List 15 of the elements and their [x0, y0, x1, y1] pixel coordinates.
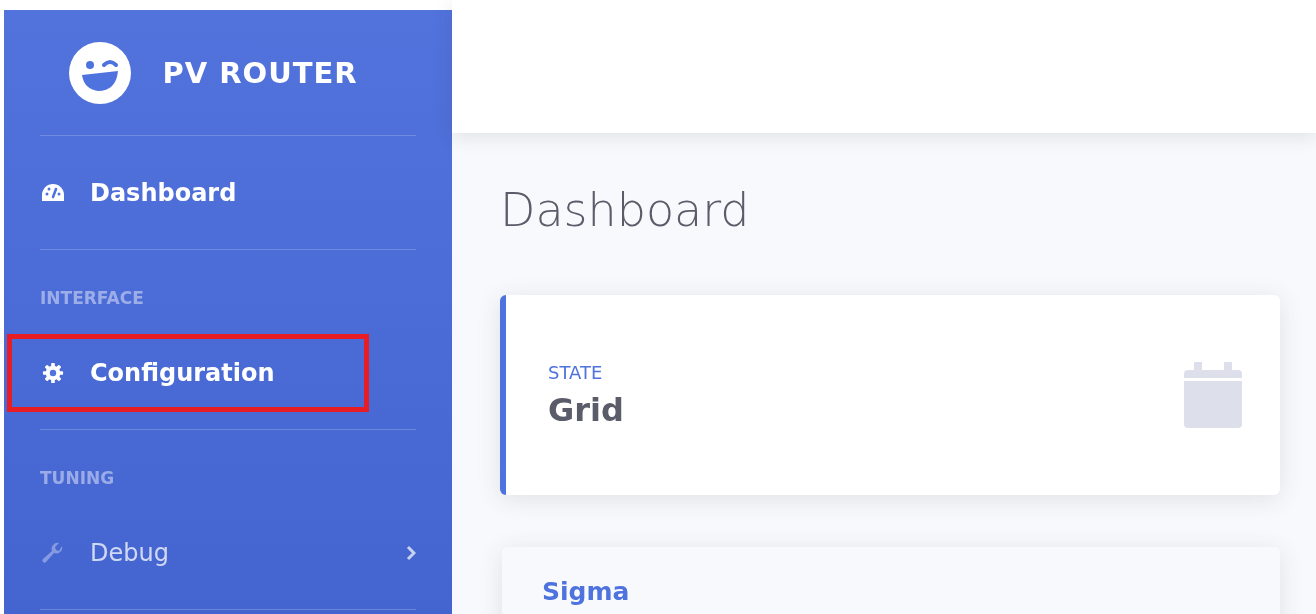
calendar-icon [1184, 362, 1242, 428]
nav-link[interactable]: Debug [40, 519, 416, 587]
nav-link[interactable]: Configuration [12, 339, 364, 407]
section-heading: INTERFACE [40, 288, 145, 308]
card-label: STATE [548, 361, 604, 383]
smiley-logo-icon [68, 40, 133, 105]
speedometer-icon [40, 183, 66, 203]
brand-name: PV ROUTER [162, 55, 358, 90]
section-heading: TUNING [40, 468, 116, 488]
panel-title: Sigma [542, 577, 630, 606]
page-title: Dashboard [500, 183, 751, 237]
gear-icon [40, 362, 66, 384]
nav-link[interactable]: Dashboard [40, 159, 416, 227]
card-value: Grid [548, 390, 624, 429]
chevron-right-icon [406, 545, 416, 561]
